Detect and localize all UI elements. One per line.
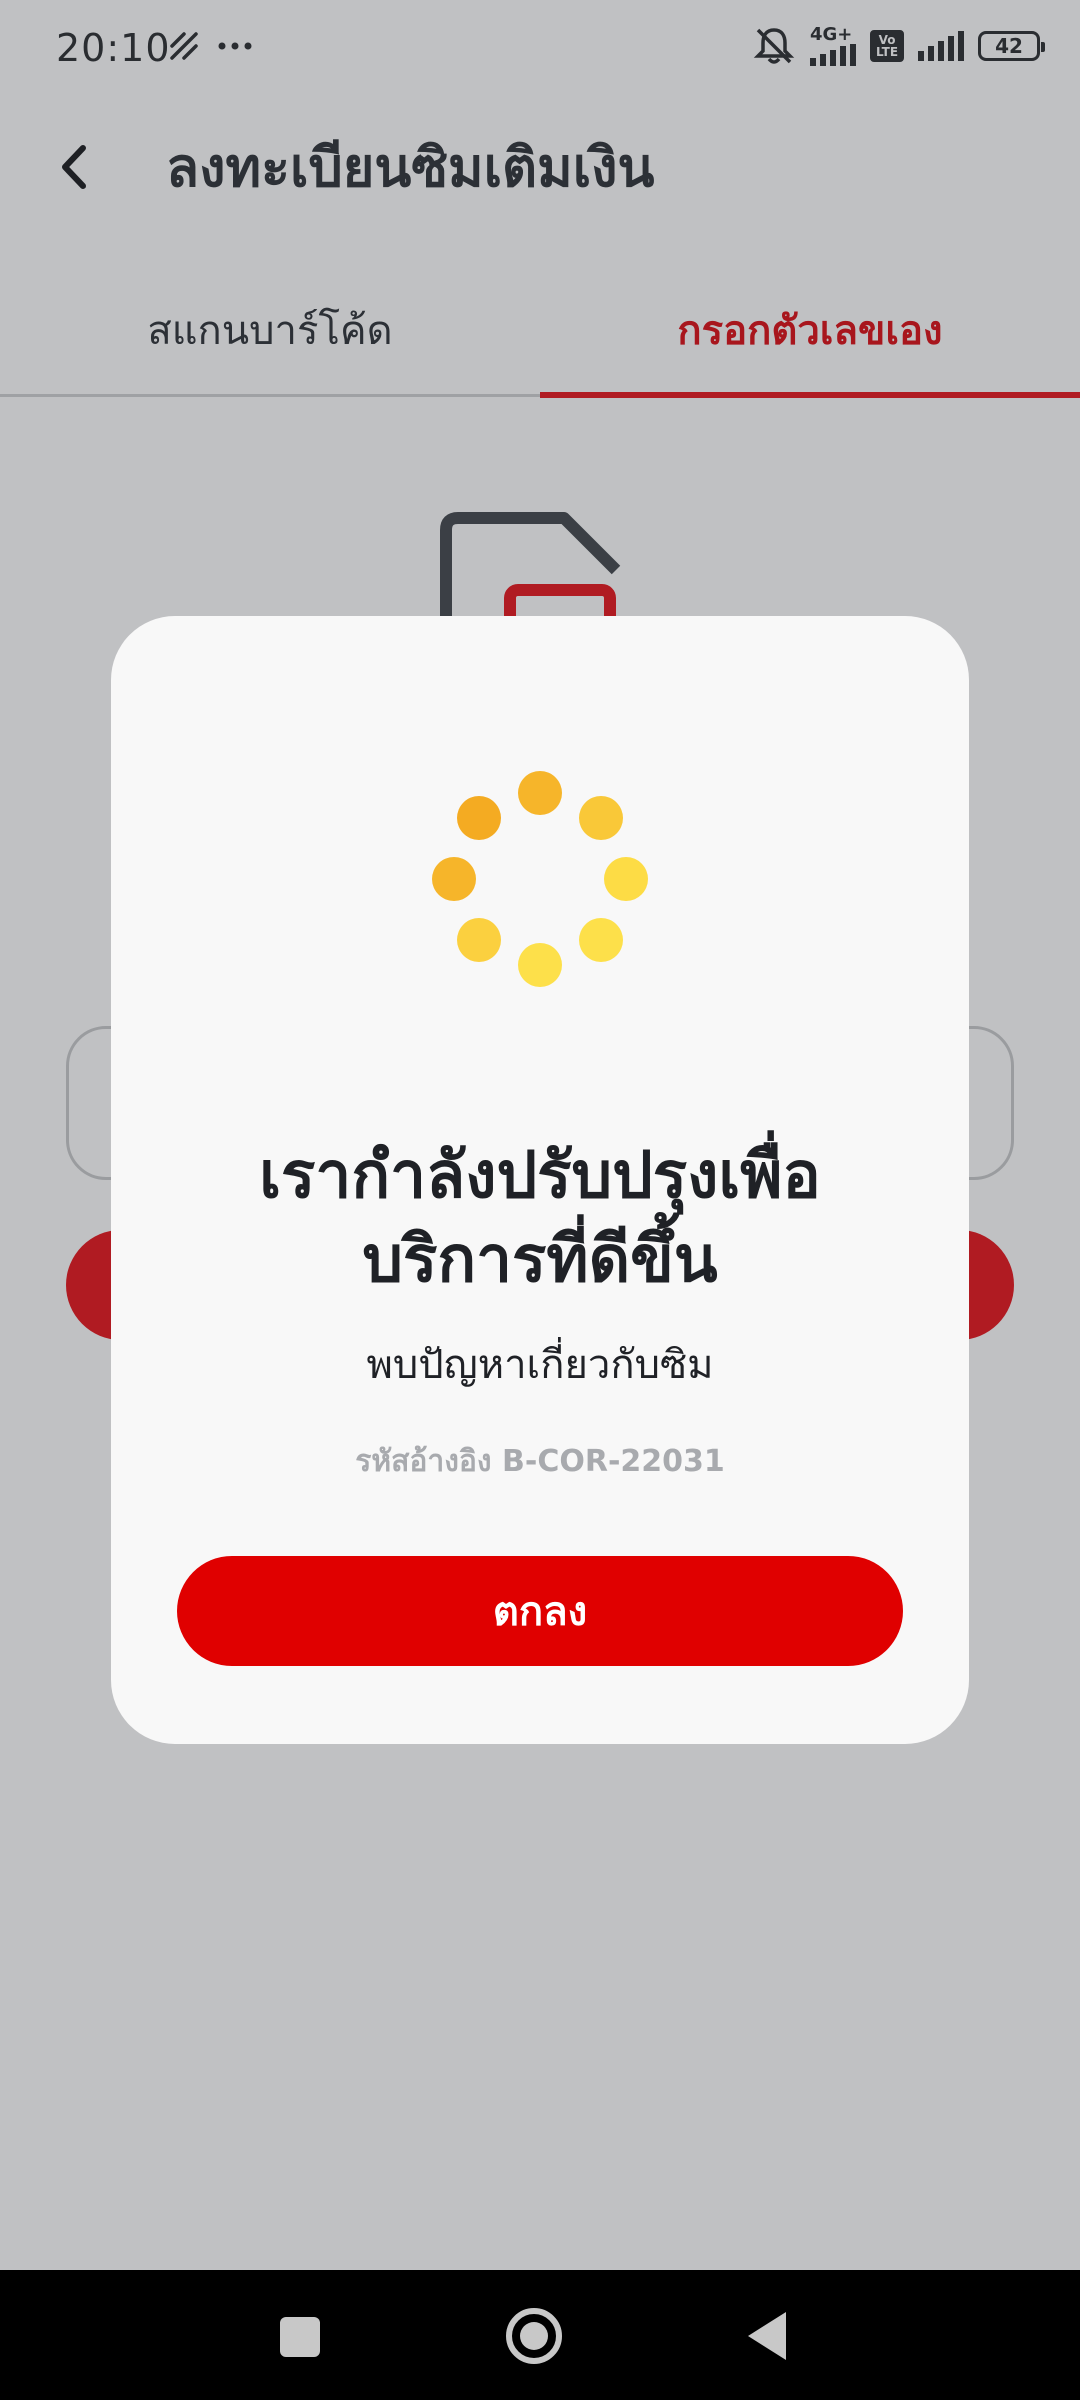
home-icon[interactable] <box>506 2308 562 2364</box>
spinner-dot <box>432 857 476 901</box>
tab-scan-barcode[interactable]: สแกนบาร์โค้ด <box>0 260 540 400</box>
spinner-dot <box>579 796 623 840</box>
app-header: ลงทะเบียนซิมเติมเงิน <box>0 110 1080 220</box>
battery-level: 42 <box>995 34 1023 58</box>
back-triangle-icon[interactable] <box>748 2312 786 2360</box>
ok-button[interactable]: ตกลง <box>177 1556 903 1666</box>
back-button[interactable] <box>40 132 110 202</box>
reference-code: รหัสอ้างอิง B-COR-22031 <box>355 1444 725 1479</box>
page-title: ลงทะเบียนซิมเติมเงิน <box>166 136 655 199</box>
data-saver-icon <box>170 32 198 60</box>
volte-badge: Vo LTE <box>870 30 904 62</box>
sim-card-illustration <box>440 512 621 630</box>
spinner-dot <box>518 771 562 815</box>
error-dialog: เรากำลังปรับปรุงเพื่อ บริการที่ดีขึ้น พบ… <box>111 616 969 1744</box>
bell-muted-icon <box>753 28 795 64</box>
tab-active-indicator <box>540 392 1080 398</box>
status-time: 20:10 <box>56 26 171 70</box>
dialog-title: เรากำลังปรับปรุงเพื่อ บริการที่ดีขึ้น <box>151 1134 929 1302</box>
network-type-label: 4G+ <box>810 24 853 45</box>
loading-spinner-icon <box>427 770 653 996</box>
signal-bars-icon <box>810 44 856 66</box>
status-bar: 20:10 4G+ Vo LTE 42 <box>0 0 1080 100</box>
tab-bar: สแกนบาร์โค้ด กรอกตัวเลขเอง <box>0 260 1080 400</box>
status-right-icons: 4G+ Vo LTE 42 <box>752 26 1045 66</box>
signal-bars-icon-2 <box>918 31 964 61</box>
spinner-dot <box>518 943 562 987</box>
battery-icon: 42 <box>978 31 1045 61</box>
mobile-signal-1: 4G+ <box>810 26 856 66</box>
dialog-title-line2: บริการที่ดีขึ้น <box>362 1223 718 1297</box>
status-left-icons <box>168 30 252 62</box>
spinner-dot <box>457 918 501 962</box>
dialog-title-line1: เรากำลังปรับปรุงเพื่อ <box>259 1139 821 1213</box>
chevron-left-icon <box>62 145 86 189</box>
dialog-message: พบปัญหาเกี่ยวกับซิม <box>366 1342 714 1388</box>
spinner-dot <box>604 857 648 901</box>
screen: 20:10 4G+ Vo LTE 42 ลงทะเบียนซิมเติมเงิน… <box>0 0 1080 2400</box>
recent-apps-icon[interactable] <box>280 2317 320 2357</box>
spinner-dot <box>457 796 501 840</box>
system-nav-bar <box>0 2270 1080 2400</box>
more-notifications-icon <box>218 42 252 50</box>
spinner-dot <box>579 918 623 962</box>
tab-manual-entry[interactable]: กรอกตัวเลขเอง <box>540 260 1080 400</box>
